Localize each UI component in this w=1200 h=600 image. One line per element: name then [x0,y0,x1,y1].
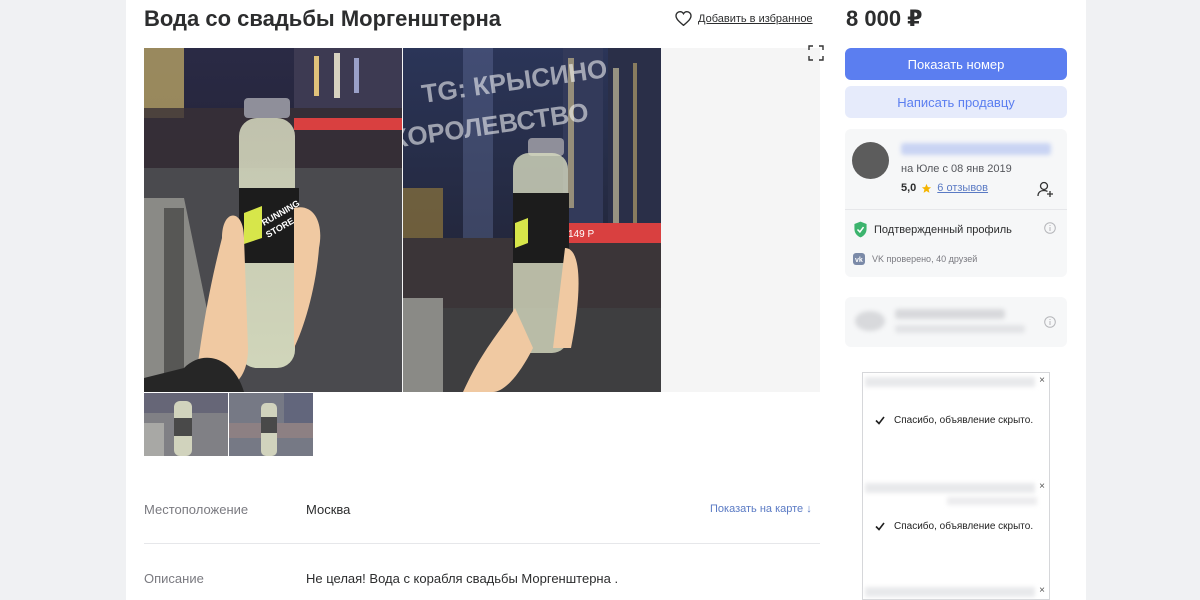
seller-card: на Юле с 08 янв 2019 5,0 6 отзывов Подтв… [845,129,1067,277]
blurred-subtext [895,325,1025,333]
add-to-favorites-button[interactable]: Добавить в избранное [675,11,813,26]
bottle-photo-1: RUNNING STORE [144,48,402,392]
hidden-ad-1: × Спасибо, объявление скрыто. [863,373,1049,478]
vk-verification: vk VK проверено, 40 друзей [853,253,977,265]
sign-price-text: 149 Р [568,229,594,240]
heart-icon [675,11,692,26]
ad-hidden-message: Спасибо, объявление скрыто. [875,415,1033,426]
seller-rating: 5,0 6 отзывов [901,182,988,194]
ad-column: × Спасибо, объявление скрыто. × Спасибо,… [862,372,1050,600]
description-text: Не целая! Вода с корабля свадьбы Моргенш… [306,571,619,586]
write-seller-button[interactable]: Написать продавцу [845,86,1067,118]
avatar[interactable] [852,142,889,179]
seller-since: на Юле с 08 янв 2019 [901,163,1012,175]
check-icon [875,416,885,425]
subscribe-user-icon[interactable] [1036,180,1054,198]
thumbnail-strip [144,393,313,456]
info-icon-promo[interactable] [1044,316,1056,328]
ad-hidden-text: Спасибо, объявление скрыто. [894,521,1034,532]
rating-value: 5,0 [901,182,917,194]
photo-main[interactable]: RUNNING STORE [144,48,402,392]
thumbnail-image-1 [144,393,228,456]
thumbnail-2[interactable] [229,393,313,456]
shield-check-icon [854,221,867,238]
blurred-logo [855,311,885,331]
favorites-label: Добавить в избранное [698,12,813,25]
close-icon[interactable]: × [1039,585,1045,596]
description-label: Описание [144,571,204,586]
close-icon[interactable]: × [1039,481,1045,492]
seller-card-divider [845,209,1067,210]
reviews-link[interactable]: 6 отзывов [937,182,988,194]
ad-hidden-text: Спасибо, объявление скрыто. [894,415,1034,426]
price: 8 000 ₽ [846,6,923,31]
thumbnail-image-2 [229,393,313,456]
close-icon[interactable]: × [1039,375,1045,386]
info-icon[interactable] [1044,222,1056,234]
bottle-photo-2: 149 Р TG: КРЫСИНО КОРОЛЕВСТВО [403,48,661,392]
vk-label: VK проверено, 40 друзей [872,254,978,264]
blurred-promo-card [845,297,1067,347]
location-value: Москва [306,502,351,517]
svg-text:vk: vk [855,257,863,264]
hidden-ad-2: × Спасибо, объявление скрыто. [863,479,1049,584]
page-title: Вода со свадьбы Моргенштерна [144,6,502,31]
photo-gallery[interactable]: RUNNING STORE 149 Р TG: КРЫСИНО КОРОЛЕВС… [144,48,820,392]
photo-second[interactable]: 149 Р TG: КРЫСИНО КОРОЛЕВСТВО [403,48,661,392]
seller-name-blurred[interactable] [901,143,1051,155]
ad-hidden-message: Спасибо, объявление скрыто. [875,521,1033,532]
ad-blur [865,483,1035,493]
verified-label: Подтвержденный профиль [874,223,1012,236]
show-number-button[interactable]: Показать номер [845,48,1067,80]
star-icon [922,183,932,193]
fullscreen-icon[interactable] [808,45,824,61]
ad-blur [865,587,1035,597]
check-icon [875,522,885,531]
vk-icon: vk [853,253,865,265]
show-on-map-link[interactable]: Показать на карте ↓ [710,503,812,515]
ad-blur [865,377,1035,387]
ad-blur-2 [947,497,1037,505]
details-divider [144,543,820,544]
location-label: Местоположение [144,502,249,517]
thumbnail-1[interactable] [144,393,228,456]
verified-profile: Подтвержденный профиль [853,221,1012,238]
hidden-ad-3: × [863,583,1049,599]
blurred-heading [895,309,1005,319]
